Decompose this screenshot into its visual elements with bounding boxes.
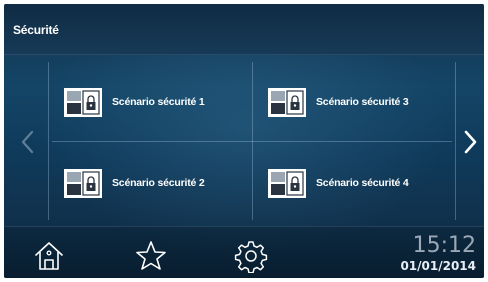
scenario-label-1: Scénario sécurité 1	[112, 96, 205, 108]
scenario-tile-1[interactable]: Scénario sécurité 1	[50, 62, 250, 140]
scenario-tile-3[interactable]: Scénario sécurité 3	[254, 62, 454, 140]
next-page-button[interactable]	[460, 126, 480, 158]
settings-button[interactable]	[234, 239, 268, 274]
scenario-label-2: Scénario sécurité 2	[112, 177, 205, 189]
favorites-button[interactable]	[134, 239, 168, 273]
security-scenario-icon	[268, 88, 306, 117]
clock-date: 01/01/2014	[400, 259, 476, 273]
footer-bar: 15:12 01/01/2014	[4, 226, 484, 278]
scenario-tile-4[interactable]: Scénario sécurité 4	[254, 143, 454, 221]
scenario-grid: Scénario sécurité 1 Scénario sécurité 3	[48, 62, 456, 220]
page-title: Sécurité	[13, 23, 59, 37]
grid-divider-left	[48, 62, 49, 220]
gear-icon	[234, 241, 268, 274]
security-scenario-icon	[268, 169, 306, 198]
chevron-right-icon	[464, 130, 477, 154]
grid-divider-middle	[52, 141, 452, 142]
scenario-label-3: Scénario sécurité 3	[316, 96, 409, 108]
home-button[interactable]	[32, 239, 66, 273]
grid-divider-right	[455, 62, 456, 220]
scenario-label-4: Scénario sécurité 4	[316, 177, 409, 189]
header-bar: Sécurité	[4, 4, 484, 55]
security-scenario-icon	[64, 169, 102, 198]
home-icon	[35, 242, 63, 270]
security-scenario-icon	[64, 88, 102, 117]
chevron-left-icon	[21, 130, 34, 154]
clock-display: 15:12 01/01/2014	[400, 233, 476, 274]
security-screen: Sécurité Scénario sécurité 1 Scénario sé…	[4, 4, 484, 278]
clock-time: 15:12	[412, 233, 476, 258]
star-icon	[136, 241, 166, 270]
previous-page-button[interactable]	[18, 126, 38, 158]
scenario-tile-2[interactable]: Scénario sécurité 2	[50, 143, 250, 221]
